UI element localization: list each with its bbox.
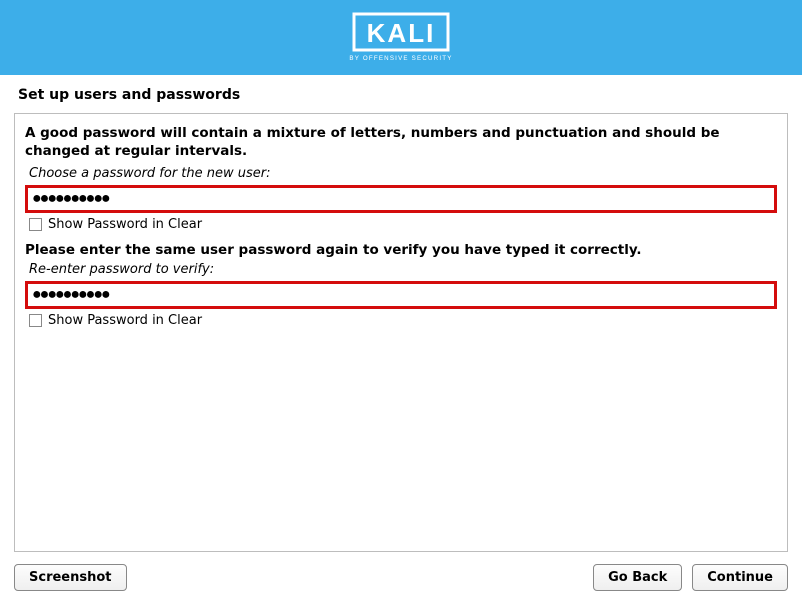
continue-button[interactable]: Continue: [692, 564, 788, 591]
verify-heading: Please enter the same user password agai…: [25, 242, 777, 262]
password-input[interactable]: [32, 190, 770, 208]
footer-right: Go Back Continue: [593, 564, 788, 591]
intro-text: A good password will contain a mixture o…: [25, 122, 777, 166]
checkbox-icon[interactable]: [29, 218, 42, 231]
show-password-label: Show Password in Clear: [48, 217, 202, 232]
banner: KALI BY OFFENSIVE SECURITY: [0, 0, 802, 75]
screenshot-button[interactable]: Screenshot: [14, 564, 127, 591]
svg-text:KALI: KALI: [367, 18, 436, 48]
password-prompt: Choose a password for the new user:: [25, 166, 777, 185]
kali-logo: KALI BY OFFENSIVE SECURITY: [326, 10, 476, 66]
verify-prompt: Re-enter password to verify:: [25, 262, 777, 281]
svg-text:BY OFFENSIVE SECURITY: BY OFFENSIVE SECURITY: [349, 55, 452, 62]
verify-password-input[interactable]: [32, 286, 770, 304]
verify-field-highlight: [25, 281, 777, 309]
footer: Screenshot Go Back Continue: [0, 552, 802, 605]
checkbox-icon[interactable]: [29, 314, 42, 327]
password-field-highlight: [25, 185, 777, 213]
show-verify-password-row[interactable]: Show Password in Clear: [25, 311, 777, 338]
show-verify-password-label: Show Password in Clear: [48, 313, 202, 328]
content-frame: A good password will contain a mixture o…: [14, 113, 788, 552]
show-password-row[interactable]: Show Password in Clear: [25, 215, 777, 242]
page-title: Set up users and passwords: [0, 75, 802, 113]
go-back-button[interactable]: Go Back: [593, 564, 682, 591]
